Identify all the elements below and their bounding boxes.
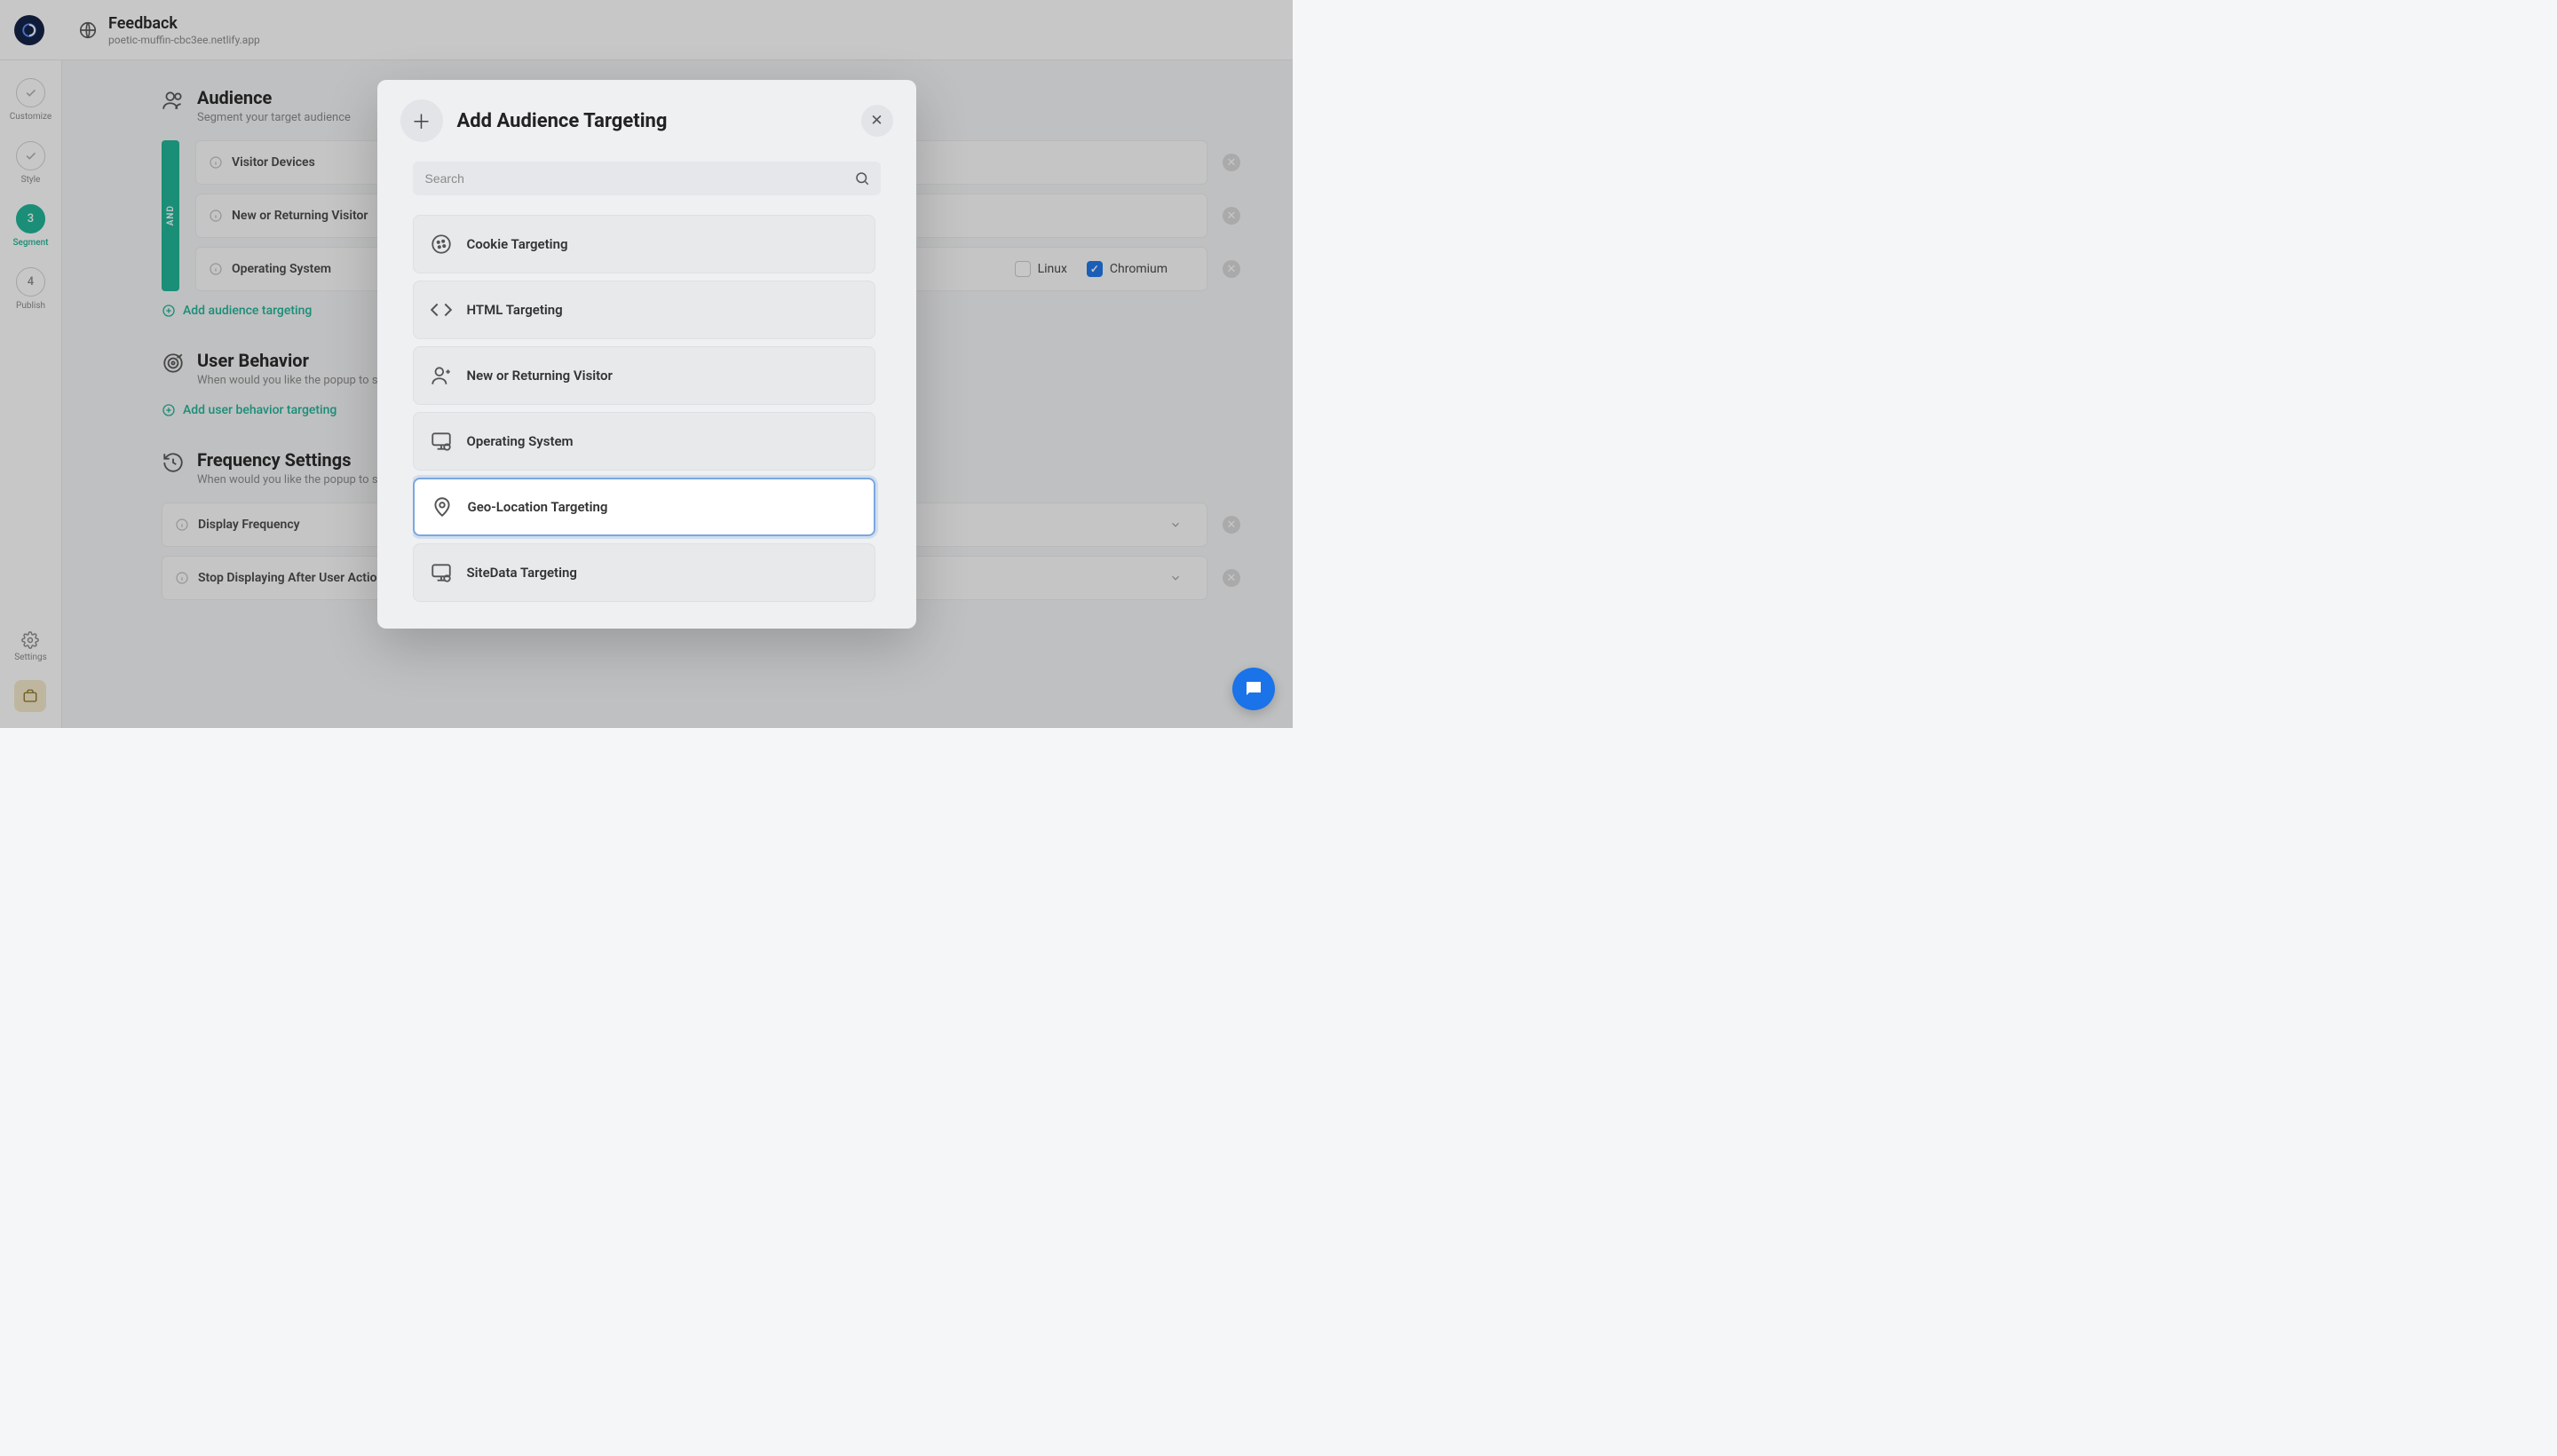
modal-title: Add Audience Targeting — [457, 110, 861, 132]
search-icon — [854, 170, 870, 186]
search-input[interactable] — [413, 162, 881, 195]
modal-close-button[interactable]: ✕ — [861, 105, 893, 137]
option-new-returning-visitor[interactable]: New or Returning Visitor — [413, 346, 875, 405]
modal-overlay[interactable]: ＋ Add Audience Targeting ✕ Cookie Target… — [0, 0, 1293, 728]
close-icon: ✕ — [870, 112, 883, 130]
chat-widget-button[interactable] — [1232, 668, 1275, 710]
monitor-gear-icon — [430, 561, 453, 584]
cookie-icon — [430, 233, 453, 256]
person-icon — [430, 364, 453, 387]
targeting-option-list[interactable]: Cookie Targeting HTML Targeting New or R… — [413, 215, 881, 602]
add-targeting-modal: ＋ Add Audience Targeting ✕ Cookie Target… — [377, 80, 916, 629]
monitor-gear-icon — [430, 430, 453, 453]
option-operating-system[interactable]: Operating System — [413, 412, 875, 471]
location-icon — [431, 495, 454, 518]
chat-icon — [1243, 678, 1264, 700]
plus-icon: ＋ — [400, 99, 443, 142]
option-geo-location-targeting[interactable]: Geo-Location Targeting — [413, 478, 875, 536]
option-sitedata-targeting[interactable]: SiteData Targeting — [413, 543, 875, 602]
option-html-targeting[interactable]: HTML Targeting — [413, 281, 875, 339]
option-cookie-targeting[interactable]: Cookie Targeting — [413, 215, 875, 273]
code-icon — [430, 298, 453, 321]
